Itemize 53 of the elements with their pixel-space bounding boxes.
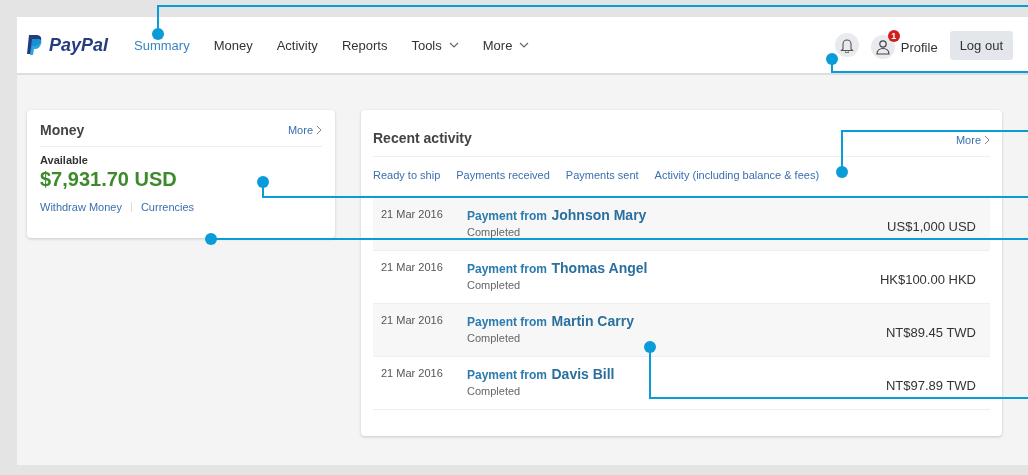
- bell-icon: [839, 37, 854, 53]
- available-label: Available: [40, 154, 89, 166]
- money-link[interactable]: Currencies: [140, 201, 195, 213]
- amount-text: US$1,000 USD: [887, 219, 976, 234]
- money-link[interactable]: Withdraw Money: [40, 201, 122, 213]
- card-title: Money: [40, 122, 85, 138]
- payer-name: Martin Carry: [551, 313, 634, 329]
- person-icon: [874, 39, 891, 55]
- date-text: 21 Mar 2016: [381, 207, 444, 220]
- more-link[interactable]: More: [955, 134, 990, 146]
- activity-row[interactable]: 21 Mar 2016 Payment from Martin Carry Completed NT$89.45 TWD: [373, 303, 990, 356]
- more-link[interactable]: More: [287, 124, 322, 136]
- payer-name: Davis Bill: [551, 366, 615, 382]
- chevron-down-icon: [519, 42, 530, 48]
- payer-name: Johnson Mary: [551, 207, 647, 223]
- amount-text: HK$100.00 HKD: [879, 272, 976, 287]
- nav-tab[interactable]: Reports: [329, 33, 400, 57]
- amount-text: NT$97.89 TWD: [885, 378, 976, 393]
- profile-button[interactable]: 1 Profile: [870, 29, 938, 61]
- balance-amount: $7,931.70 USD: [40, 168, 178, 191]
- date-text: 21 Mar 2016: [381, 260, 444, 273]
- activity-row[interactable]: 21 Mar 2016 Payment from Johnson Mary Completed US$1,000 USD: [373, 197, 990, 250]
- payment-label: Payment from: [467, 368, 548, 382]
- nav-tab[interactable]: More: [470, 33, 542, 57]
- notification-button[interactable]: [834, 33, 859, 57]
- date-text: 21 Mar 2016: [381, 313, 444, 326]
- filter-link[interactable]: Payments received: [456, 169, 550, 197]
- logo-icon: [27, 35, 43, 55]
- logo-text: PayPal: [49, 34, 109, 56]
- status-text: Completed: [467, 332, 522, 344]
- chevron-right-icon: [984, 135, 990, 145]
- status-text: Completed: [467, 385, 522, 397]
- nav-tab[interactable]: Tools: [399, 33, 471, 57]
- amount-text: NT$89.45 TWD: [885, 325, 976, 340]
- payer-name: Thomas Angel: [551, 260, 648, 276]
- payment-label: Payment from: [467, 262, 548, 276]
- filter-link[interactable]: Payments sent: [565, 169, 639, 197]
- chevron-right-icon: [316, 125, 322, 135]
- nav-tab[interactable]: Summary: [122, 33, 202, 57]
- chevron-down-icon: [448, 42, 459, 48]
- payment-label: Payment from: [467, 209, 548, 223]
- nav-tab[interactable]: Money: [201, 33, 265, 57]
- nav-tab[interactable]: Activity: [264, 33, 330, 57]
- logout-button[interactable]: Log out: [949, 30, 1013, 60]
- status-text: Completed: [467, 226, 522, 238]
- filter-link[interactable]: Ready to ship: [373, 169, 441, 197]
- notification-badge: 1: [887, 30, 900, 42]
- date-text: 21 Mar 2016: [381, 366, 444, 379]
- status-text: Completed: [467, 279, 522, 291]
- filter-link[interactable]: Activity (including balance & fees): [654, 169, 820, 197]
- activity-row[interactable]: 21 Mar 2016 Payment from Davis Bill Completed NT$97.89 TWD: [373, 356, 990, 409]
- payment-label: Payment from: [467, 315, 548, 329]
- card-title: Recent activity: [373, 130, 472, 146]
